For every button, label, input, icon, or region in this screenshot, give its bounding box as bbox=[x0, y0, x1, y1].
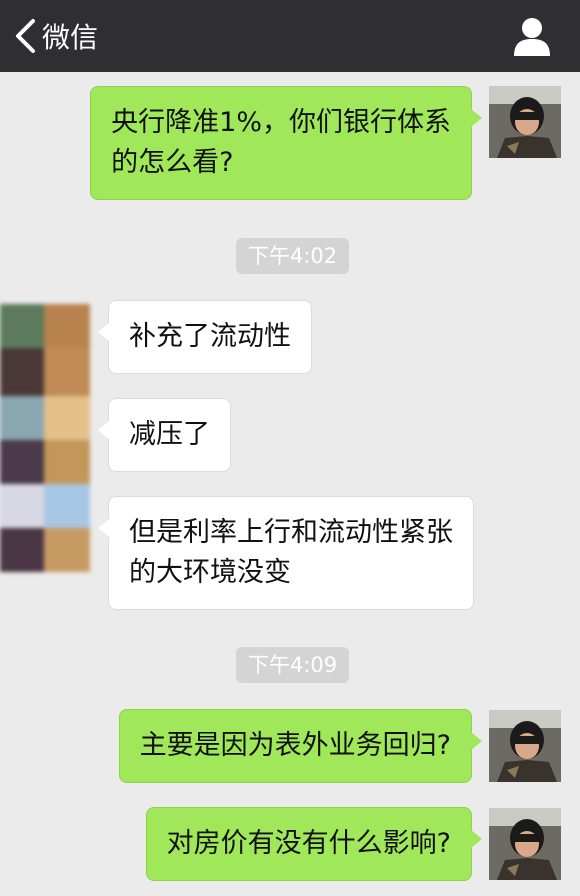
my-avatar[interactable] bbox=[489, 808, 561, 880]
my-avatar[interactable] bbox=[489, 86, 561, 158]
contact-avatar-blurred[interactable] bbox=[0, 304, 90, 584]
message-line: 补充了流动性 bbox=[129, 321, 291, 352]
avatar-photo bbox=[489, 808, 561, 880]
message-bubble-outgoing[interactable]: 央行降准1%，你们银行体系 的怎么看? bbox=[90, 86, 482, 200]
message-line: 的大环境没变 bbox=[129, 557, 291, 588]
message-line: 减压了 bbox=[129, 419, 210, 450]
back-button[interactable]: 微信 bbox=[14, 0, 98, 72]
my-avatar[interactable] bbox=[489, 710, 561, 782]
message-bubble-incoming[interactable]: 补充了流动性 bbox=[98, 300, 312, 374]
message-bubble-outgoing[interactable]: 主要是因为表外业务回归? bbox=[118, 709, 483, 783]
chat-info-button[interactable] bbox=[510, 14, 554, 58]
avatar-photo bbox=[489, 710, 561, 782]
person-icon bbox=[514, 18, 550, 56]
chevron-left-icon bbox=[16, 19, 35, 53]
navigation-bar: 微信 bbox=[0, 0, 580, 72]
chat-area[interactable]: 央行降准1%，你们银行体系 的怎么看? 下午4:02 补充了流动性 减压了 但是… bbox=[0, 72, 580, 896]
message-line: 但是利率上行和流动性紧张 bbox=[129, 517, 453, 548]
avatar-photo bbox=[489, 86, 561, 158]
message-line: 央行降准1%，你们银行体系 bbox=[111, 107, 451, 138]
message-line: 主要是因为表外业务回归? bbox=[139, 730, 451, 761]
message-line: 对房价有没有什么影响? bbox=[166, 828, 451, 859]
message-line: 的怎么看? bbox=[111, 147, 234, 178]
message-bubble-outgoing[interactable]: 对房价有没有什么影响? bbox=[145, 807, 483, 881]
timestamp: 下午4:02 bbox=[236, 238, 350, 274]
back-label: 微信 bbox=[42, 21, 99, 54]
message-bubble-incoming[interactable]: 减压了 bbox=[98, 398, 231, 472]
message-bubble-incoming[interactable]: 但是利率上行和流动性紧张 的大环境没变 bbox=[98, 496, 474, 610]
timestamp: 下午4:09 bbox=[236, 647, 350, 683]
